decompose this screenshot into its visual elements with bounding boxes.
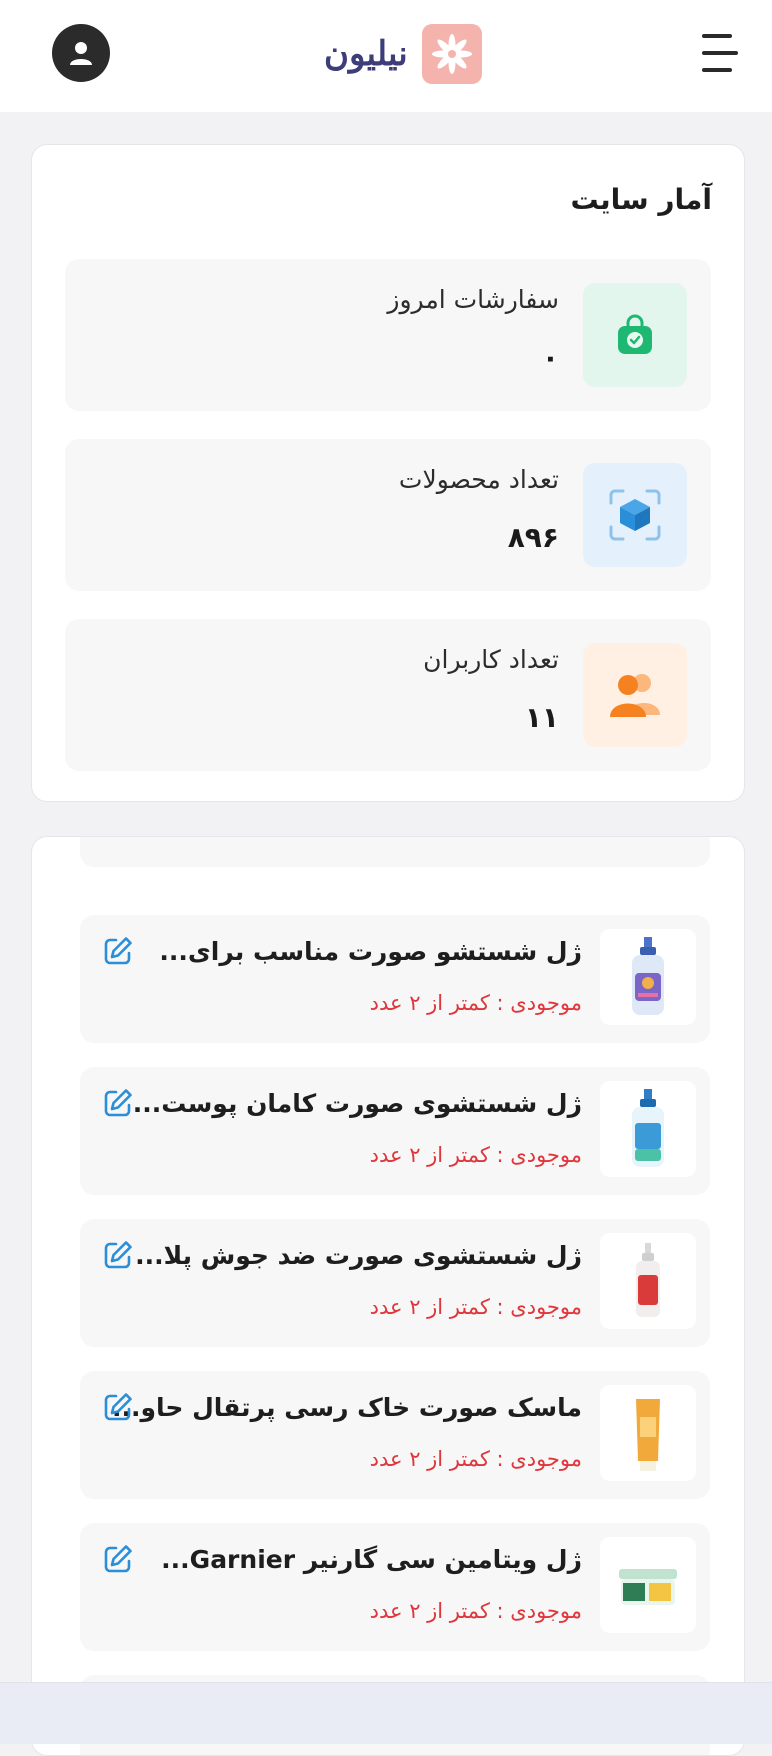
site-stats-card: آمار سایت سفارشات امروز ۰ تعداد محصولات …: [31, 144, 745, 802]
user-avatar-icon[interactable]: [52, 24, 110, 82]
logo-text: نیلیون: [324, 34, 408, 74]
stat-products-count: تعداد محصولات ۸۹۶: [65, 439, 711, 591]
stat-label: سفارشات امروز: [387, 285, 559, 314]
product-name: ماسک صورت خاک رسی پرتقال حاو...: [111, 1393, 582, 1422]
product-image: [600, 1385, 696, 1481]
product-stock-status: موجودی : کمتر از ۲ عدد: [369, 1143, 582, 1167]
stat-label: تعداد کاربران: [423, 645, 559, 674]
stat-users-count: تعداد کاربران ۱۱: [65, 619, 711, 771]
stat-value: ۸۹۶: [507, 521, 559, 554]
product-stock-status: موجودی : کمتر از ۲ عدد: [369, 1295, 582, 1319]
product-image: [600, 1081, 696, 1177]
hamburger-menu-icon[interactable]: [702, 34, 742, 72]
product-list-item[interactable]: ژل ویتامین سی گارنیر Garnier... موجودی :…: [80, 1523, 710, 1651]
product-image: [600, 1537, 696, 1633]
site-logo[interactable]: نیلیون: [324, 22, 482, 86]
low-stock-list-card: ژل شستشو صورت مناسب برای... موجودی : کمت…: [31, 836, 745, 1756]
stat-value: ۰: [541, 341, 559, 374]
product-list-item[interactable]: ژل شستشوی صورت کامان پوست... موجودی : کم…: [80, 1067, 710, 1195]
product-image: [600, 1233, 696, 1329]
edit-icon[interactable]: [102, 1239, 134, 1271]
bottom-bar: [0, 1682, 772, 1744]
product-name: ژل شستشو صورت مناسب برای...: [159, 937, 582, 966]
list-item-partial: [80, 837, 710, 867]
edit-icon[interactable]: [102, 1087, 134, 1119]
logo-flower-icon: [421, 24, 482, 84]
product-list-item[interactable]: ماسک صورت خاک رسی پرتقال حاو... موجودی :…: [80, 1371, 710, 1499]
stat-label: تعداد محصولات: [398, 465, 559, 494]
box-icon: [583, 463, 687, 567]
shopping-bag-check-icon: [583, 283, 687, 387]
edit-icon[interactable]: [102, 1391, 134, 1423]
stat-today-orders: سفارشات امروز ۰: [65, 259, 711, 411]
edit-icon[interactable]: [102, 935, 134, 967]
users-icon: [583, 643, 687, 747]
product-image: [600, 929, 696, 1025]
product-stock-status: موجودی : کمتر از ۲ عدد: [369, 991, 582, 1015]
product-list-item[interactable]: ژل شستشو صورت مناسب برای... موجودی : کمت…: [80, 915, 710, 1043]
top-bar: نیلیون: [0, 0, 772, 112]
product-stock-status: موجودی : کمتر از ۲ عدد: [369, 1447, 582, 1471]
edit-icon[interactable]: [102, 1543, 134, 1575]
stat-value: ۱۱: [524, 701, 559, 734]
product-name: ژل شستشوی صورت ضد جوش پلا...: [135, 1241, 582, 1270]
stats-title: آمار سایت: [570, 183, 712, 216]
product-list-item[interactable]: ژل شستشوی صورت ضد جوش پلا... موجودی : کم…: [80, 1219, 710, 1347]
product-stock-status: موجودی : کمتر از ۲ عدد: [369, 1599, 582, 1623]
product-name: ژل شستشوی صورت کامان پوست...: [132, 1089, 582, 1118]
product-name: ژل ویتامین سی گارنیر Garnier...: [161, 1545, 582, 1574]
